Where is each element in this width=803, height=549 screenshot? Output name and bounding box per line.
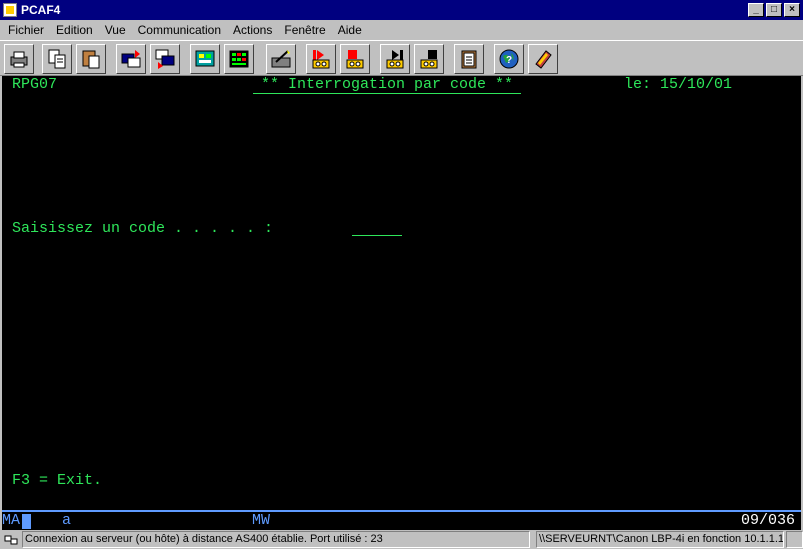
print-icon[interactable] xyxy=(4,44,34,74)
minimize-button[interactable]: _ xyxy=(748,3,764,17)
svg-text:?: ? xyxy=(506,55,512,66)
program-name: RPG07 xyxy=(12,76,58,93)
code-prompt: Saisissez un code . . . . . : xyxy=(12,220,274,237)
oia-workstation: MW xyxy=(252,512,271,529)
pause-icon[interactable] xyxy=(414,44,444,74)
record-icon[interactable] xyxy=(306,44,336,74)
f3-exit-hint: F3 = Exit. xyxy=(12,472,103,489)
status-bar: Connexion au serveur (ou hôte) à distanc… xyxy=(0,530,803,549)
menu-edition[interactable]: Edition xyxy=(50,23,99,37)
screen-date: le: 15/10/01 xyxy=(624,76,733,93)
menu-fenetre[interactable]: Fenêtre xyxy=(278,23,331,37)
oia-mode: MA xyxy=(2,512,21,529)
keypad-icon[interactable] xyxy=(224,44,254,74)
connection-status: Connexion au serveur (ou hôte) à distanc… xyxy=(22,531,530,548)
globe-help-icon[interactable]: ? xyxy=(494,44,524,74)
close-button[interactable]: × xyxy=(784,3,800,17)
code-input[interactable] xyxy=(352,222,402,236)
window-title: PCAF4 xyxy=(21,3,61,17)
copy-icon[interactable] xyxy=(42,44,72,74)
toolbar: ? xyxy=(0,40,803,76)
paste-icon[interactable] xyxy=(76,44,106,74)
operator-info-area: MA a MW 09/036 xyxy=(2,510,801,530)
menu-bar: Fichier Edition Vue Communication Action… xyxy=(0,20,803,40)
title-bar: PCAF4 _ □ × xyxy=(0,0,803,20)
menu-vue[interactable]: Vue xyxy=(99,23,132,37)
stop-icon[interactable] xyxy=(340,44,370,74)
display-icon[interactable] xyxy=(190,44,220,74)
clipboard-icon[interactable] xyxy=(454,44,484,74)
menu-communication[interactable]: Communication xyxy=(132,23,227,37)
connection-icon xyxy=(0,531,22,548)
printer-status: \\SERVEURNT\Canon LBP-4i en fonction 10.… xyxy=(536,531,784,548)
menu-fichier[interactable]: Fichier xyxy=(2,23,50,37)
screen-title: ** Interrogation par code ** xyxy=(253,76,522,94)
cursor-position: 09/036 xyxy=(741,512,796,529)
send-icon[interactable] xyxy=(116,44,146,74)
menu-aide[interactable]: Aide xyxy=(332,23,368,37)
macro-edit-icon[interactable] xyxy=(266,44,296,74)
terminal-screen[interactable]: RPG07 ** Interrogation par code ** le: 1… xyxy=(2,76,801,510)
maximize-button[interactable]: □ xyxy=(766,3,782,17)
play-icon[interactable] xyxy=(380,44,410,74)
book-icon[interactable] xyxy=(528,44,558,74)
app-icon[interactable] xyxy=(3,3,17,17)
resize-grip[interactable] xyxy=(786,531,803,548)
menu-actions[interactable]: Actions xyxy=(227,23,278,37)
oia-indicator: a xyxy=(62,512,72,529)
receive-icon[interactable] xyxy=(150,44,180,74)
cursor-indicator xyxy=(22,514,31,529)
